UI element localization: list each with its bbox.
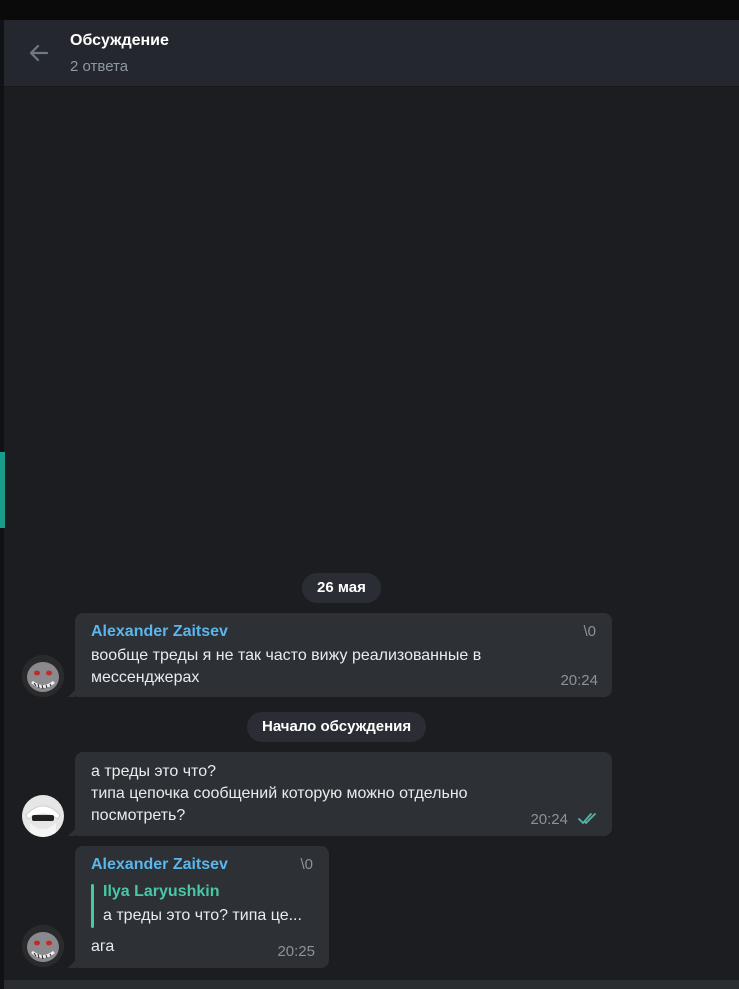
side-accent-bar (0, 452, 5, 528)
sender-tag: \0 (583, 623, 596, 640)
bubble-tail (68, 960, 76, 968)
date-separator: 26 мая (302, 573, 381, 603)
read-double-check-icon (578, 813, 596, 825)
reply-quote-author[interactable]: Ilya Laryushkin (103, 883, 220, 901)
message-time: 20:25 (277, 943, 315, 960)
message-text-line: типа цепочка сообщений которую можно отд… (91, 785, 468, 802)
avatar-image-icon (22, 655, 64, 697)
back-button[interactable] (24, 38, 54, 68)
message-text-line: посмотреть? (91, 807, 186, 824)
top-strip (0, 0, 739, 20)
avatar[interactable] (22, 795, 64, 837)
reply-quote-bar (91, 884, 94, 928)
message-text-line: а треды это что? (91, 763, 216, 780)
reply-quote-text[interactable]: а треды это что? типа це... (103, 907, 302, 925)
sender-name[interactable]: Alexander Zaitsev (91, 856, 228, 874)
message-bubble[interactable]: Alexander Zaitsev \0 Ilya Laryushkin а т… (68, 846, 329, 968)
bubble-tail (68, 689, 76, 697)
message-bubble[interactable]: а треды это что? типа цепочка сообщений … (68, 752, 612, 836)
message-text-line: ага (91, 938, 115, 955)
avatar-image-icon (22, 795, 64, 837)
message-text-line: вообще треды я не так часто вижу реализо… (91, 647, 482, 664)
message-time: 20:24 (560, 672, 598, 689)
avatar-image-icon (22, 925, 64, 967)
sender-tag: \0 (300, 856, 313, 873)
bubble-tail (68, 828, 76, 836)
avatar[interactable] (22, 925, 64, 967)
sender-name[interactable]: Alexander Zaitsev (91, 623, 228, 641)
page-title: Обсуждение (70, 32, 169, 49)
chat-header: Обсуждение 2 ответа (4, 20, 739, 87)
avatar[interactable] (22, 655, 64, 697)
thread-start-separator: Начало обсуждения (247, 712, 427, 742)
message-text-line: мессенджерах (91, 669, 200, 686)
message-time: 20:24 (530, 811, 568, 828)
chat-window: Обсуждение 2 ответа 26 мая Alexander Zai… (4, 20, 739, 980)
arrow-left-icon (29, 44, 49, 62)
composer-edge (4, 980, 739, 989)
reply-count: 2 ответа (70, 58, 129, 75)
message-bubble[interactable]: Alexander Zaitsev \0 вообще треды я не т… (68, 613, 612, 697)
